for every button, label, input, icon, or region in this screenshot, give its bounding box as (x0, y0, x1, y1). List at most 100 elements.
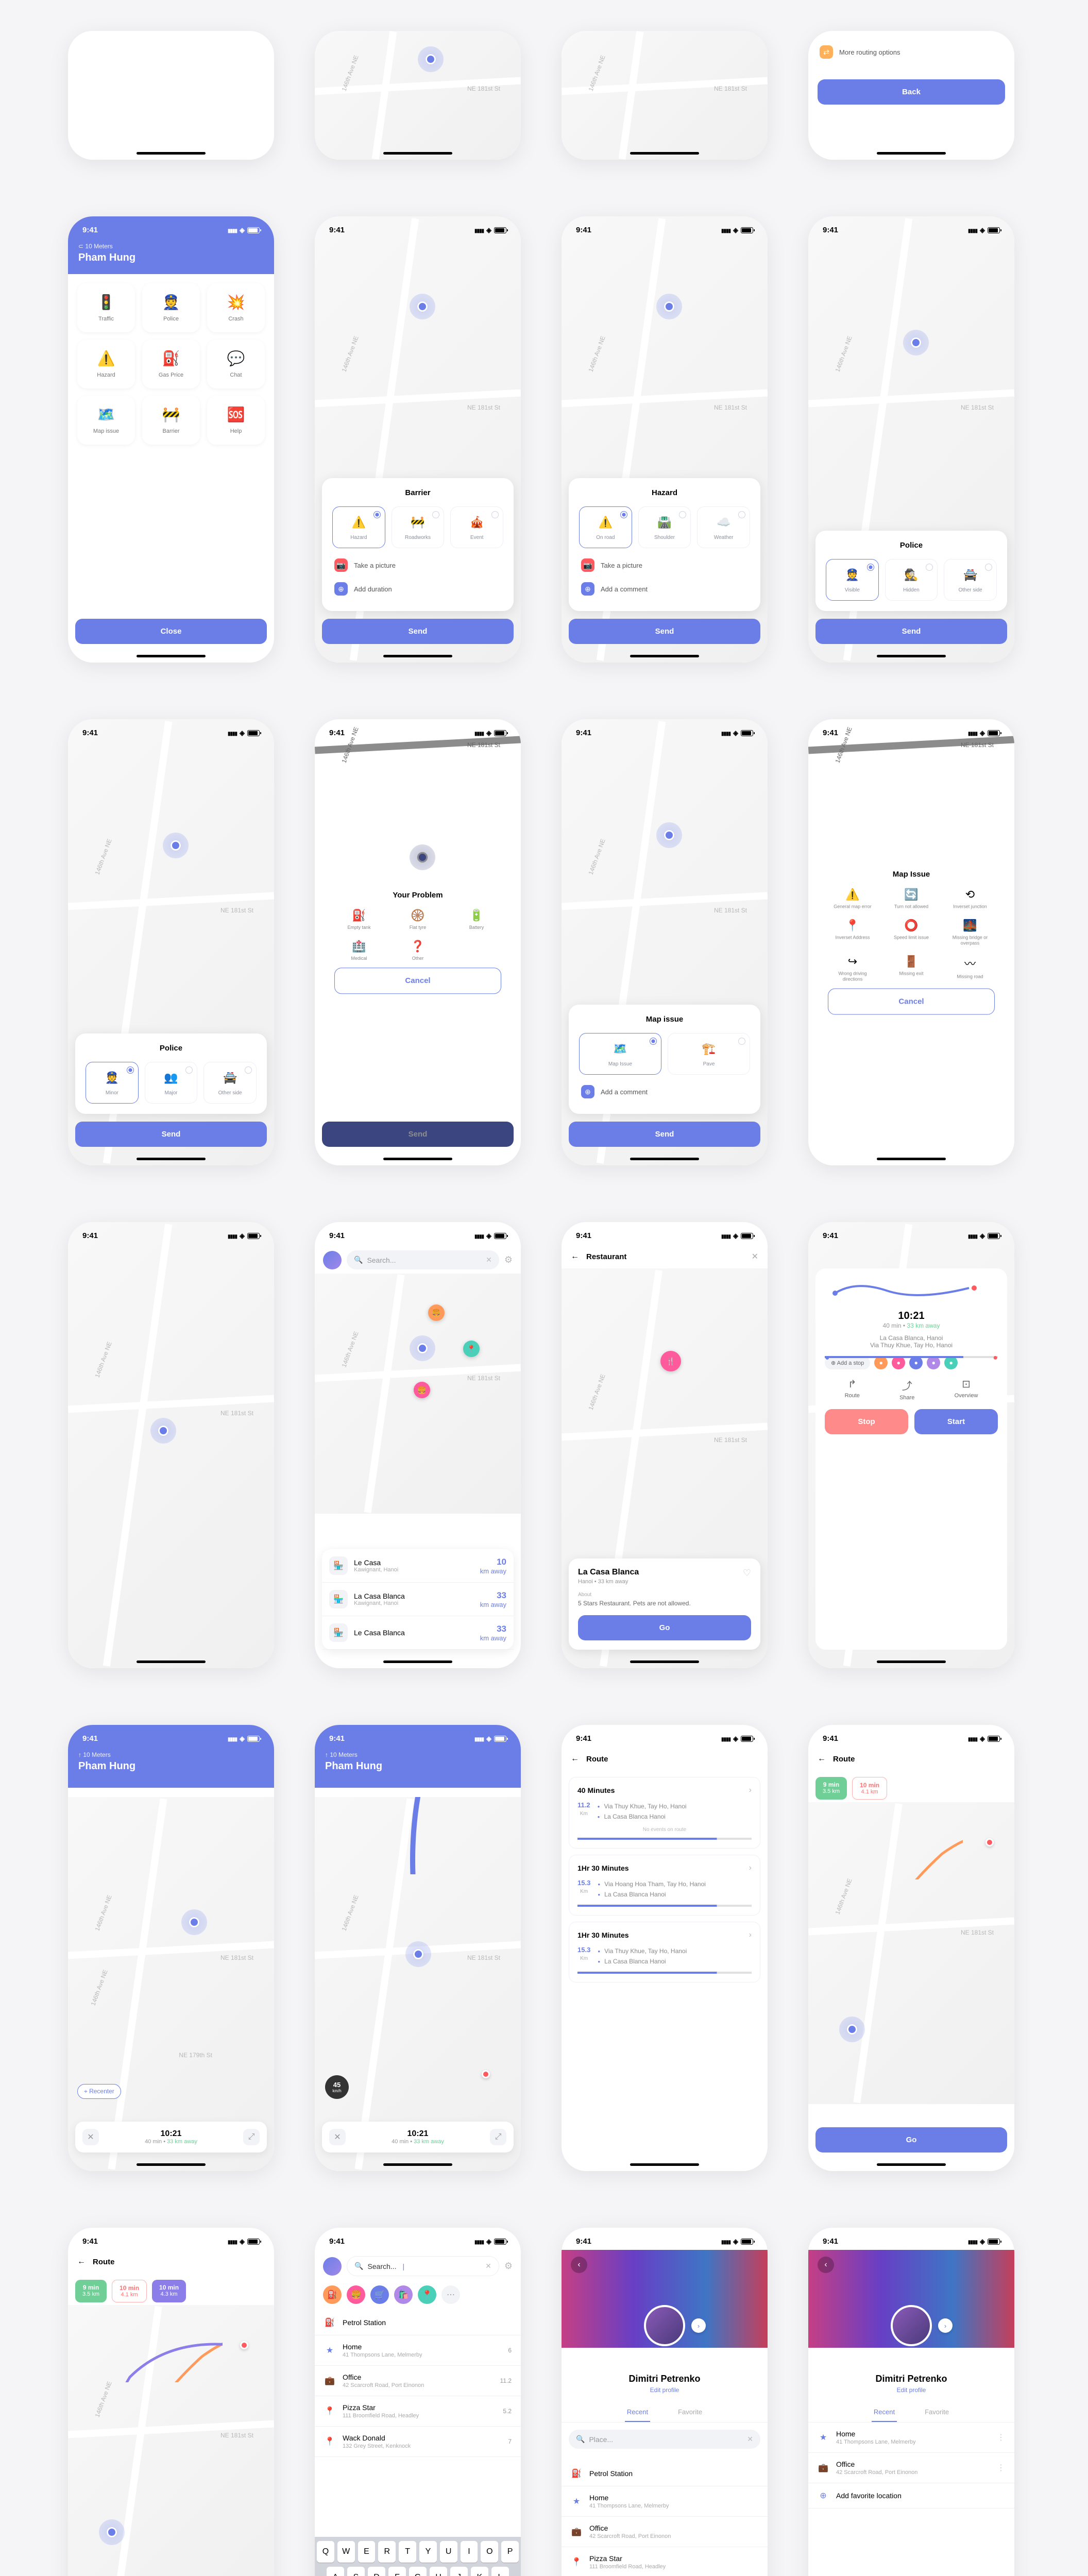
recent-item[interactable]: 💼Office42 Scarcroft Road, Port Einonon (562, 2517, 768, 2547)
add-favorite-button[interactable]: ⊕Add favorite location (808, 2483, 1014, 2509)
map-background[interactable]: 146th Ave NENE 181st St (68, 1222, 274, 1668)
key-H[interactable]: H (430, 2567, 447, 2576)
tab-favorite[interactable]: Favorite (676, 2403, 704, 2422)
avatar[interactable] (323, 2257, 342, 2276)
share-button[interactable]: ⤴Share (899, 1378, 914, 1401)
close-trip-button[interactable]: ✕ (82, 2129, 99, 2145)
option-card[interactable]: 🛣️Shoulder (638, 506, 691, 548)
more-routing-row[interactable]: ⇄More routing options (818, 40, 1005, 64)
option-card[interactable]: 👮Visible (826, 559, 879, 601)
report-card-police[interactable]: 👮Police (142, 283, 200, 332)
option-card[interactable]: 🚔Other side (203, 1062, 257, 1104)
action-row[interactable]: ⊕Add a comment (579, 1080, 750, 1104)
route-tab[interactable]: 10 min4.1 km (852, 1777, 887, 1800)
key-E[interactable]: E (358, 2541, 376, 2563)
send-button[interactable]: Send (75, 1122, 267, 1147)
problem-option[interactable]: ❓Other (393, 940, 443, 961)
report-card-traffic[interactable]: 🚦Traffic (77, 283, 135, 332)
action-row[interactable]: 📷Take a picture (579, 553, 750, 577)
key-L[interactable]: L (491, 2567, 509, 2576)
report-card-barrier[interactable]: 🚧Barrier (142, 396, 200, 445)
issue-option[interactable]: 🔄Turn not allowed (887, 888, 936, 910)
map-background[interactable]: 146th Ave NENE 181st St🍔📍🍔 (315, 1274, 521, 1514)
route-tab[interactable]: 10 min4.3 km (152, 2280, 186, 2302)
result-item[interactable]: 🏪La Casa BlancaKawignant, Hanoi33km away (322, 1583, 514, 1616)
favorite-item[interactable]: 💼Office42 Scarcroft Road, Port Einonon⋮ (808, 2453, 1014, 2483)
filter-icon[interactable]: ⚙ (504, 1255, 513, 1265)
place-item[interactable]: 📍Wack Donald132 Grey Street, Kenknock7 (315, 2427, 521, 2457)
key-O[interactable]: O (481, 2541, 498, 2563)
option-card[interactable]: 👮Minor (86, 1062, 139, 1104)
place-item[interactable]: ★Home41 Thompsons Lane, Melmerby6 (315, 2335, 521, 2366)
more-icon[interactable]: ⋮ (997, 2463, 1005, 2473)
option-card[interactable]: 👥Major (145, 1062, 198, 1104)
report-card-map-issue[interactable]: 🗺️Map issue (77, 396, 135, 445)
issue-option[interactable]: 🌉Missing bridge or overpass (945, 919, 995, 946)
key-T[interactable]: T (399, 2541, 416, 2563)
option-card[interactable]: ⚠️Hazard (332, 506, 385, 548)
send-button[interactable]: Send (322, 1122, 514, 1147)
clear-icon[interactable]: ✕ (747, 2435, 753, 2444)
edit-avatar-button[interactable]: › (691, 2318, 706, 2333)
key-D[interactable]: D (368, 2567, 385, 2576)
report-card-hazard[interactable]: ⚠️Hazard (77, 340, 135, 388)
recenter-button[interactable]: ⌖ Recenter (77, 2084, 121, 2099)
recent-item[interactable]: 📍Pizza Star111 Broomfield Road, Headley (562, 2547, 768, 2576)
option-card[interactable]: 🚧Roadworks (392, 506, 445, 548)
report-card-chat[interactable]: 💬Chat (207, 340, 265, 388)
category-chip[interactable]: 📍 (418, 2285, 436, 2304)
cancel-button[interactable]: Cancel (334, 968, 501, 994)
cancel-button[interactable]: Cancel (828, 988, 995, 1014)
option-card[interactable]: 🕵️Hidden (885, 559, 938, 601)
edit-profile-link[interactable]: Edit profile (808, 2386, 1014, 2394)
close-button[interactable]: Close (75, 619, 267, 644)
more-chip[interactable]: ⋯ (441, 2285, 460, 2304)
action-row[interactable]: ⊕Add a comment (579, 577, 750, 601)
key-Q[interactable]: Q (317, 2541, 334, 2563)
route-button[interactable]: ↱Route (845, 1378, 860, 1401)
close-icon[interactable]: ✕ (752, 1251, 758, 1262)
key-W[interactable]: W (337, 2541, 355, 2563)
key-S[interactable]: S (347, 2567, 365, 2576)
profile-avatar[interactable] (644, 2305, 685, 2346)
stop-button[interactable]: Stop (825, 1409, 908, 1434)
issue-option[interactable]: 〰Missing road (945, 955, 995, 982)
issue-option[interactable]: 📍Inverset Address (828, 919, 877, 946)
option-card[interactable]: 🎪Event (450, 506, 503, 548)
report-card-help[interactable]: 🆘Help (207, 396, 265, 445)
key-J[interactable]: J (450, 2567, 468, 2576)
category-chip[interactable]: 🍔 (347, 2285, 365, 2304)
route-tab[interactable]: 9 min3.5 km (75, 2280, 107, 2302)
key-A[interactable]: A (327, 2567, 344, 2576)
back-icon[interactable]: ← (571, 1754, 579, 1764)
problem-option[interactable]: 🏥Medical (334, 940, 384, 961)
issue-option[interactable]: ⚠️General map error (828, 888, 877, 910)
map-background[interactable]: 146th Ave NENE 181st St (315, 1797, 521, 2171)
category-chip[interactable]: 🛍️ (394, 2285, 413, 2304)
option-card[interactable]: ⚠️On road (579, 506, 632, 548)
problem-option[interactable]: 🔋Battery (452, 909, 501, 930)
route-option[interactable]: 40 Minutes›11.2KmVia Thuy Khue, Tay Ho, … (569, 1777, 760, 1849)
issue-option[interactable]: 🚪Missing exit (887, 955, 936, 982)
option-card[interactable]: ☁️Weather (697, 506, 750, 548)
action-row[interactable]: ⊕Add duration (332, 577, 503, 601)
edit-avatar-button[interactable]: › (938, 2318, 953, 2333)
edit-profile-link[interactable]: Edit profile (562, 2386, 768, 2394)
category-chip[interactable]: 🛒 (370, 2285, 389, 2304)
option-card[interactable]: 🏗️Pave (668, 1033, 750, 1075)
map-background[interactable]: 146th Ave NENE 181st St (808, 1802, 1014, 2104)
key-G[interactable]: G (409, 2567, 427, 2576)
category-chip[interactable]: ⛽ (323, 2285, 342, 2304)
go-button[interactable]: Go (578, 1615, 751, 1640)
action-row[interactable]: 📷Take a picture (332, 553, 503, 577)
route-option[interactable]: 1Hr 30 Minutes›15.3KmVia Thuy Khue, Tay … (569, 1922, 760, 1982)
recent-item[interactable]: ★Home41 Thompsons Lane, Melmerby (562, 2486, 768, 2517)
route-tab[interactable]: 9 min3.5 km (815, 1777, 847, 1800)
map-background[interactable]: 146th Ave NENE 181st St (68, 2305, 274, 2576)
tab-recent[interactable]: Recent (625, 2403, 650, 2422)
map-background[interactable]: 146th Ave NENE 181st St (315, 31, 521, 160)
key-R[interactable]: R (378, 2541, 396, 2563)
option-card[interactable]: 🚔Other side (944, 559, 997, 601)
favorite-item[interactable]: ★Home41 Thompsons Lane, Melmerby⋮ (808, 2422, 1014, 2453)
start-button[interactable]: Start (914, 1409, 998, 1434)
